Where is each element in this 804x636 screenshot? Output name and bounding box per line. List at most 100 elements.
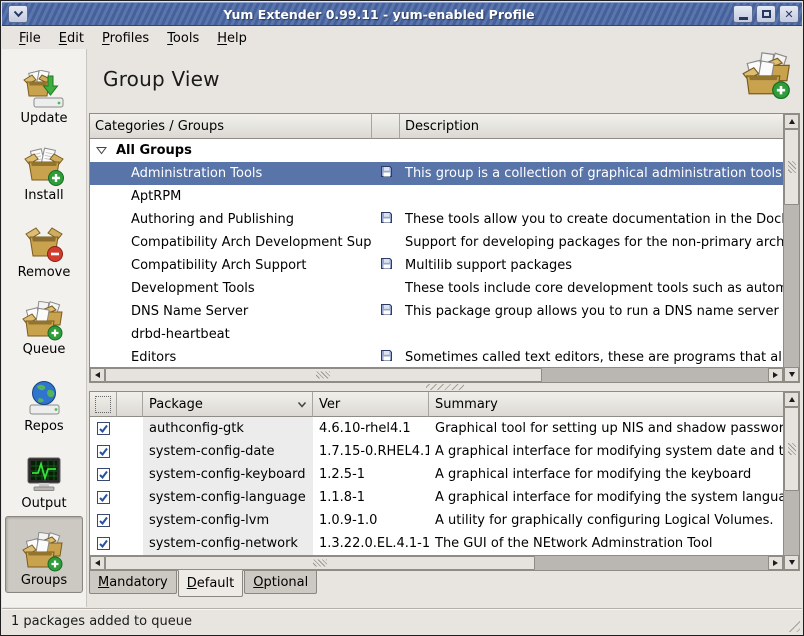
group-row-editors[interactable]: Editors Sometimes called text editors, t… (90, 346, 783, 367)
install-icon (22, 147, 66, 187)
group-label: Compatibility Arch Support (90, 254, 372, 277)
package-name: system-config-keyboard (143, 463, 313, 486)
maximize-button[interactable] (756, 5, 776, 23)
package-summary: The GUI of the NEtwork Adminstration Too… (429, 532, 783, 555)
group-label: Development Tools (90, 277, 372, 300)
pane-splitter[interactable] (89, 383, 800, 391)
menu-tools[interactable]: Tools (158, 29, 208, 48)
package-version: 1.1.8-1 (313, 486, 429, 509)
column-header-categories[interactable]: Categories / Groups (90, 114, 372, 139)
scroll-left-button[interactable] (90, 368, 105, 382)
group-description: These tools allow you to create document… (400, 208, 783, 231)
column-header-installed[interactable] (372, 114, 400, 139)
group-label: DNS Name Server (90, 300, 372, 323)
maximize-icon (762, 10, 771, 18)
package-row-system-config-lvm[interactable]: system-config-lvm 1.0.9-1.0 A utility fo… (90, 509, 783, 532)
group-row-aptrpm[interactable]: AptRPM (90, 185, 783, 208)
arrow-up-icon (789, 119, 795, 124)
package-checkbox[interactable] (97, 468, 110, 481)
scroll-up-button[interactable] (784, 114, 799, 129)
resize-grip[interactable] (786, 618, 800, 632)
group-description: Support for developing packages for the … (400, 231, 783, 254)
group-description: This group is a collection of graphical … (400, 162, 783, 185)
package-version: 1.7.15-0.RHEL4.1 (313, 440, 429, 463)
package-name: system-config-lvm (143, 509, 313, 532)
tab-default[interactable]: Default (178, 570, 244, 597)
column-header-checkbox[interactable] (90, 392, 117, 417)
package-checkbox[interactable] (97, 537, 110, 550)
close-button[interactable]: ✕ (779, 5, 799, 23)
group-row-compat-arch-dev-support[interactable]: Compatibility Arch Development Support S… (90, 231, 783, 254)
scroll-up-button[interactable] (784, 392, 799, 407)
scroll-left-button[interactable] (90, 556, 105, 570)
tab-mandatory[interactable]: Mandatory (89, 571, 177, 594)
group-label: All Groups (116, 143, 192, 158)
column-header-package[interactable]: Package (143, 392, 313, 417)
package-checkbox[interactable] (97, 445, 110, 458)
column-header-spacer[interactable] (117, 392, 143, 417)
menu-file[interactable]: File (10, 29, 50, 48)
menu-help[interactable]: Help (208, 29, 256, 48)
group-row-development-tools[interactable]: Development Tools These tools include co… (90, 277, 783, 300)
package-summary: A utility for graphically configuring Lo… (429, 509, 783, 532)
group-tree-hscrollbar[interactable] (90, 367, 783, 382)
sidebar-item-update[interactable]: Update (5, 54, 83, 131)
group-label: Authoring and Publishing (90, 208, 372, 231)
scroll-right-button[interactable] (768, 556, 783, 570)
column-header-summary[interactable]: Summary (429, 392, 783, 417)
focus-rect (95, 396, 111, 413)
menu-edit[interactable]: Edit (50, 29, 93, 48)
sidebar-item-queue[interactable]: Queue (5, 285, 83, 362)
status-bar: 1 packages added to queue (2, 608, 802, 634)
group-tree-panel: Categories / Groups Description All Grou… (89, 113, 800, 383)
package-list-hscrollbar[interactable] (90, 555, 783, 570)
package-row-system-config-keyboard[interactable]: system-config-keyboard 1.2.5-1 A graphic… (90, 463, 783, 486)
group-row-authoring-and-publishing[interactable]: Authoring and Publishing These tools all… (90, 208, 783, 231)
group-row-administration-tools[interactable]: Administration Tools This group is a col… (90, 162, 783, 185)
titlebar[interactable]: Yum Extender 0.99.11 - yum-enabled Profi… (2, 2, 802, 26)
scroll-right-button[interactable] (768, 368, 783, 382)
output-icon (22, 455, 66, 495)
scroll-down-button[interactable] (784, 555, 799, 570)
package-row-system-config-network[interactable]: system-config-network 1.3.22.0.EL.4.1-1 … (90, 532, 783, 555)
package-summary: A graphical interface for modifying syst… (429, 440, 783, 463)
sidebar-item-output[interactable]: Output (5, 439, 83, 516)
column-header-description[interactable]: Description (400, 114, 783, 139)
group-description: Sometimes called text editors, these are… (400, 346, 783, 367)
package-row-system-config-language[interactable]: system-config-language 1.1.8-1 A graphic… (90, 486, 783, 509)
sidebar-label-repos: Repos (24, 419, 63, 434)
hscrollbar-thumb[interactable] (105, 556, 535, 570)
vscrollbar-thumb[interactable] (784, 129, 799, 205)
window-menu-button[interactable] (8, 5, 28, 23)
tab-optional[interactable]: Optional (244, 571, 317, 594)
group-tree-vscrollbar[interactable] (783, 114, 799, 382)
sidebar-item-remove[interactable]: Remove (5, 208, 83, 285)
hscrollbar-thumb[interactable] (105, 368, 542, 382)
remove-icon (22, 224, 66, 264)
group-row-dns-name-server[interactable]: DNS Name Server This package group allow… (90, 300, 783, 323)
menu-profiles[interactable]: Profiles (93, 29, 158, 48)
group-description: These tools include core development too… (400, 277, 783, 300)
column-header-ver[interactable]: Ver (313, 392, 429, 417)
sidebar-item-groups[interactable]: Groups (5, 516, 83, 593)
scroll-down-button[interactable] (784, 367, 799, 382)
window-title: Yum Extender 0.99.11 - yum-enabled Profi… (28, 7, 730, 22)
group-row-drbd-heartbeat[interactable]: drbd-heartbeat (90, 323, 783, 346)
sidebar-label-queue: Queue (23, 342, 66, 357)
expander-open-icon[interactable] (96, 146, 107, 155)
sidebar-item-repos[interactable]: Repos (5, 362, 83, 439)
package-list-header: Package Ver Summary (90, 392, 783, 417)
package-checkbox[interactable] (97, 422, 110, 435)
package-list-vscrollbar[interactable] (783, 392, 799, 570)
group-row-all-groups[interactable]: All Groups (90, 139, 783, 162)
vscrollbar-thumb[interactable] (784, 407, 799, 491)
package-row-system-config-date[interactable]: system-config-date 1.7.15-0.RHEL4.1 A gr… (90, 440, 783, 463)
package-checkbox[interactable] (97, 491, 110, 504)
package-row-authconfig-gtk[interactable]: authconfig-gtk 4.6.10-rhel4.1 Graphical … (90, 417, 783, 440)
minimize-icon (739, 17, 748, 20)
sidebar-item-install[interactable]: Install (5, 131, 83, 208)
group-row-compat-arch-support[interactable]: Compatibility Arch Support Multilib supp… (90, 254, 783, 277)
package-checkbox[interactable] (97, 514, 110, 527)
group-tree-header: Categories / Groups Description (90, 114, 783, 139)
minimize-button[interactable] (733, 5, 753, 23)
